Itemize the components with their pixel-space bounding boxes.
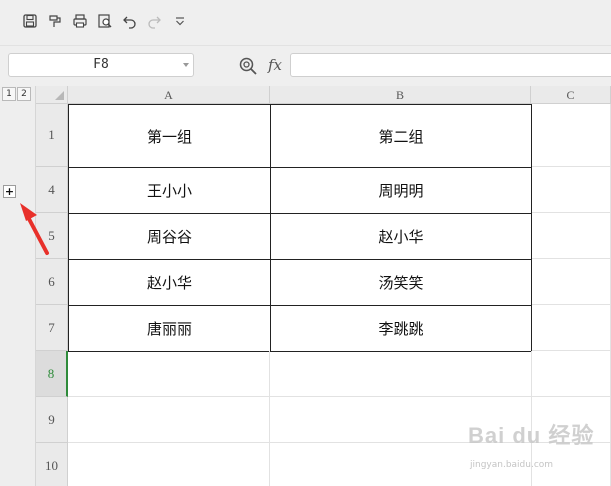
zoom-icon[interactable] xyxy=(238,56,258,76)
table-cell[interactable]: 第二组 xyxy=(270,104,532,168)
row-header[interactable]: 5 xyxy=(36,213,68,259)
column-header-a[interactable]: A xyxy=(68,86,270,104)
print-icon[interactable] xyxy=(70,11,90,31)
more-dropdown-icon[interactable] xyxy=(170,11,190,31)
save-icon[interactable] xyxy=(20,11,40,31)
outline-level-2-button[interactable]: 2 xyxy=(17,87,31,101)
watermark-logo: Bai du 经验 jingyan.baidu.com xyxy=(468,418,608,478)
table-cell[interactable] xyxy=(532,213,611,259)
row-header[interactable]: 1 xyxy=(36,104,68,167)
watermark-text: Bai du 经验 xyxy=(468,423,595,448)
table-cell[interactable] xyxy=(532,351,611,397)
formula-input[interactable] xyxy=(290,53,611,77)
table-cell[interactable]: 汤笑笑 xyxy=(270,259,532,306)
table-cell[interactable]: 李跳跳 xyxy=(270,305,532,352)
column-header-c[interactable]: C xyxy=(531,86,611,104)
table-cell[interactable]: 赵小华 xyxy=(270,213,532,260)
row-header[interactable]: 7 xyxy=(36,305,68,351)
row-header[interactable]: 9 xyxy=(36,397,68,443)
print-preview-icon[interactable] xyxy=(95,11,115,31)
table-cell[interactable] xyxy=(270,351,532,397)
column-header-b[interactable]: B xyxy=(270,86,531,104)
table-cell[interactable] xyxy=(68,397,270,443)
select-all-corner[interactable] xyxy=(36,86,68,104)
row-header[interactable]: 4 xyxy=(36,167,68,213)
cell-reference: F8 xyxy=(93,57,109,72)
format-painter-icon[interactable] xyxy=(45,11,65,31)
table-cell[interactable] xyxy=(532,259,611,305)
table-cell[interactable]: 王小小 xyxy=(68,167,271,214)
row-header[interactable]: 6 xyxy=(36,259,68,305)
table-cell[interactable] xyxy=(532,305,611,351)
table-cell[interactable]: 唐丽丽 xyxy=(68,305,271,352)
chevron-down-icon[interactable] xyxy=(183,63,189,67)
select-all-triangle-icon xyxy=(55,91,64,100)
table-cell[interactable]: 第一组 xyxy=(68,104,271,168)
table-cell[interactable] xyxy=(68,351,270,397)
watermark-subtext: jingyan.baidu.com xyxy=(470,460,554,470)
row-header-active[interactable]: 8 xyxy=(36,351,68,397)
formula-bar: F8 fx xyxy=(0,46,611,86)
table-cell[interactable]: 周谷谷 xyxy=(68,213,271,260)
table-cell[interactable] xyxy=(532,167,611,213)
quick-access-toolbar xyxy=(0,0,611,46)
table-cell[interactable]: 赵小华 xyxy=(68,259,271,306)
table-cell[interactable] xyxy=(532,104,611,167)
row-header[interactable]: 10 xyxy=(36,443,68,486)
outline-gutter: 1 2 + xyxy=(0,86,36,486)
fx-icon[interactable]: fx xyxy=(264,55,286,75)
undo-icon[interactable] xyxy=(120,11,140,31)
table-cell[interactable] xyxy=(68,443,270,486)
table-cell[interactable]: 周明明 xyxy=(270,167,532,214)
outline-level-1-button[interactable]: 1 xyxy=(2,87,16,101)
expand-group-button[interactable]: + xyxy=(3,185,16,198)
redo-icon[interactable] xyxy=(144,11,164,31)
name-box[interactable]: F8 xyxy=(8,53,194,77)
